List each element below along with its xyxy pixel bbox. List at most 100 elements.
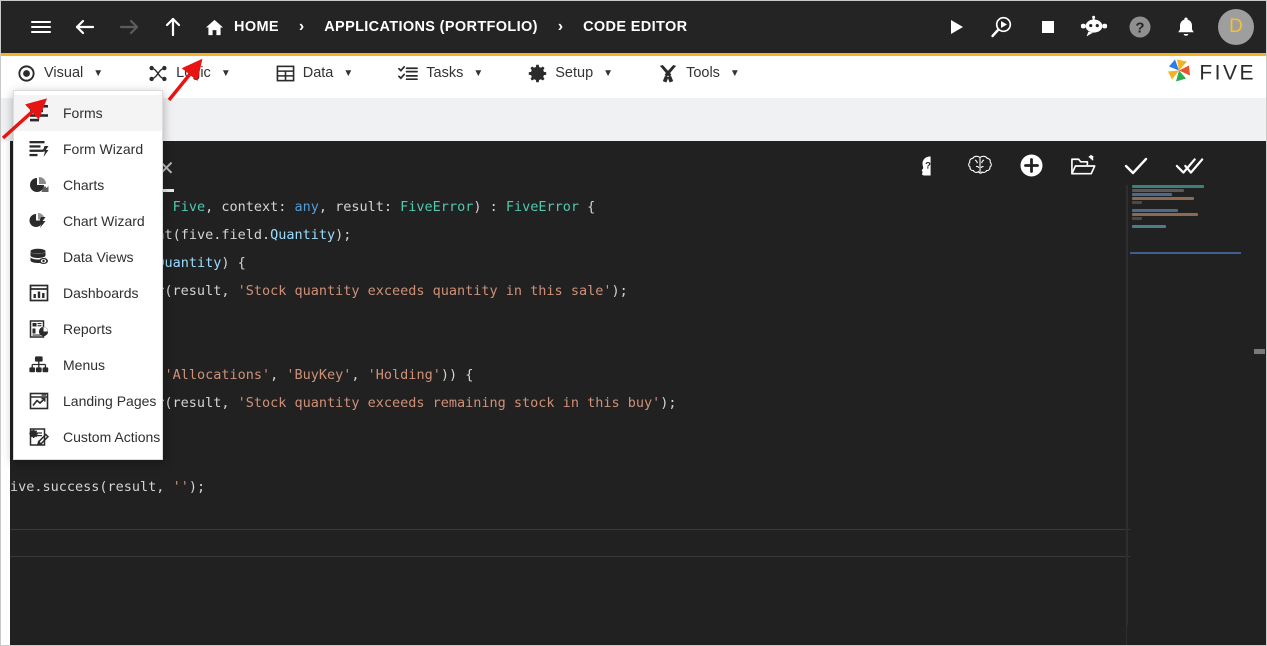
- hamburger-icon[interactable]: [19, 5, 63, 49]
- arrow-left-icon[interactable]: [63, 5, 107, 49]
- chevron-down-icon: ▼: [729, 67, 740, 79]
- menu-option-dashboards[interactable]: Dashboards: [14, 275, 162, 311]
- minimap-line: [1132, 217, 1142, 220]
- minimap-line: [1132, 197, 1194, 200]
- question-circle-icon[interactable]: ?: [1118, 5, 1162, 49]
- menu-option-reports[interactable]: Reports: [14, 311, 162, 347]
- menu-option-forms[interactable]: Forms: [14, 95, 162, 131]
- code-line: rn five.createError(result, 'Stock quant…: [10, 277, 1130, 305]
- code-token: 'Stock quantity exceeds remaining stock …: [237, 395, 661, 411]
- form-lines-icon: [28, 104, 50, 122]
- menu-option-custom-actions[interactable]: Custom Actions: [14, 419, 162, 455]
- plus-circle-icon[interactable]: [1019, 153, 1044, 178]
- menu-item-tools[interactable]: Tools ▼: [658, 56, 757, 90]
- minimap-line: [1132, 185, 1204, 188]
- task-list-icon: [398, 64, 419, 83]
- menu-item-tasks[interactable]: Tasks ▼: [398, 56, 500, 90]
- code-editor-panel: ✕ ? Five, context: any, result: FiveErro…: [10, 141, 1266, 645]
- content-spacer-white: [1, 90, 1266, 98]
- chevron-down-icon: ▼: [603, 67, 614, 79]
- form-wizard-icon: [28, 140, 50, 158]
- stop-square-icon[interactable]: [1026, 5, 1070, 49]
- code-token: FiveError: [505, 199, 579, 215]
- code-token: );: [611, 283, 628, 299]
- arrow-right-icon[interactable]: [107, 5, 151, 49]
- breadcrumb-separator: ›: [298, 18, 305, 35]
- code-token: 'BuyKey': [286, 367, 352, 383]
- code-minimap[interactable]: [1127, 185, 1243, 625]
- menu-label-visual: Visual: [44, 65, 84, 81]
- menu-option-label: Form Wizard: [63, 141, 144, 157]
- head-question-icon[interactable]: ?: [917, 154, 941, 178]
- menu-label-data: Data: [302, 65, 334, 81]
- brain-icon[interactable]: [967, 154, 993, 178]
- menu-option-label: Chart Wizard: [63, 213, 145, 229]
- chat-robot-icon[interactable]: [1072, 5, 1116, 49]
- menu-option-charts[interactable]: Charts: [14, 167, 162, 203]
- chart-wizard-icon: [28, 212, 50, 230]
- vertical-scrollbar-thumb[interactable]: [1254, 349, 1265, 354]
- breadcrumb-item-home[interactable]: HOME: [195, 18, 281, 37]
- breadcrumb-separator-2: ›: [557, 18, 564, 35]
- menu-item-logic[interactable]: Logic ▼: [148, 56, 248, 90]
- menu-option-label: Data Views: [63, 249, 134, 265]
- breadcrumb-label-home: HOME: [234, 19, 279, 35]
- tools-cross-icon: [658, 64, 678, 83]
- minimap-line: [1132, 225, 1166, 228]
- folder-open-icon[interactable]: [1070, 154, 1097, 178]
- code-line: > five.form.Sells.Quantity) {: [10, 249, 1130, 277]
- code-token: FiveError: [400, 199, 474, 215]
- menu-option-form-wizard[interactable]: Form Wizard: [14, 131, 162, 167]
- breadcrumb-item-code-editor[interactable]: CODE EDITOR: [581, 19, 689, 35]
- code-token: Quantity: [156, 255, 222, 271]
- play-icon[interactable]: [934, 5, 978, 49]
- menu-option-data-views[interactable]: Data Views: [14, 239, 162, 275]
- menu-item-data[interactable]: Data ▼: [276, 56, 371, 90]
- menu-option-landing-pages[interactable]: Landing Pages: [14, 383, 162, 419]
- menu-option-menus[interactable]: Menus: [14, 347, 162, 383]
- logic-nodes-icon: [148, 64, 168, 83]
- minimap-cursor-line: [1130, 252, 1241, 254]
- avatar[interactable]: D: [1218, 9, 1254, 45]
- code-token: );: [335, 227, 352, 243]
- menu-label-tasks: Tasks: [426, 65, 464, 81]
- code-line: [10, 529, 1130, 557]
- menu-option-chart-wizard[interactable]: Chart Wizard: [14, 203, 162, 239]
- check-icon[interactable]: [1123, 154, 1149, 178]
- menu-option-label: Menus: [63, 357, 106, 373]
- search-play-icon[interactable]: [980, 5, 1024, 49]
- svg-text:?: ?: [1135, 20, 1144, 37]
- code-token: 'Stock quantity exceeds quantity in this…: [237, 283, 612, 299]
- code-content[interactable]: ckBuyQuantity(five: Five, context: any, …: [10, 193, 1130, 557]
- bell-icon[interactable]: [1164, 5, 1208, 49]
- code-line: > five.getMetadata('Allocations', 'BuyKe…: [10, 361, 1130, 389]
- top-actions: ? D: [934, 5, 1254, 49]
- code-token: 'Allocations': [164, 367, 271, 383]
- breadcrumb-item-applications[interactable]: APPLICATIONS (PORTFOLIO): [322, 19, 540, 35]
- menu-item-setup[interactable]: Setup ▼: [528, 56, 630, 90]
- chevron-down-icon: ▼: [343, 67, 354, 79]
- code-token: {: [579, 199, 596, 215]
- double-check-icon[interactable]: [1175, 154, 1205, 178]
- menu-option-label: Custom Actions: [63, 429, 161, 445]
- code-token: ,: [270, 367, 287, 383]
- menu-item-visual[interactable]: Visual ▼: [17, 56, 120, 90]
- svg-text:?: ?: [925, 160, 931, 171]
- visual-dropdown-menu: Forms Form Wizard Charts Chart Wizard Da: [13, 90, 163, 460]
- arrow-up-icon[interactable]: [151, 5, 195, 49]
- code-token: Five: [172, 199, 206, 215]
- menu-option-label: Dashboards: [63, 285, 139, 301]
- menu-label-tools: Tools: [686, 65, 720, 81]
- code-token: 'Holding': [367, 367, 441, 383]
- custom-action-icon: [28, 428, 50, 446]
- menu-option-label: Forms: [63, 105, 103, 121]
- menu-label-setup: Setup: [555, 65, 594, 81]
- code-token: );: [188, 479, 206, 495]
- gear-icon: [528, 64, 547, 83]
- brand-logo: FIVE: [1166, 58, 1256, 89]
- code-token: )) {: [440, 367, 474, 383]
